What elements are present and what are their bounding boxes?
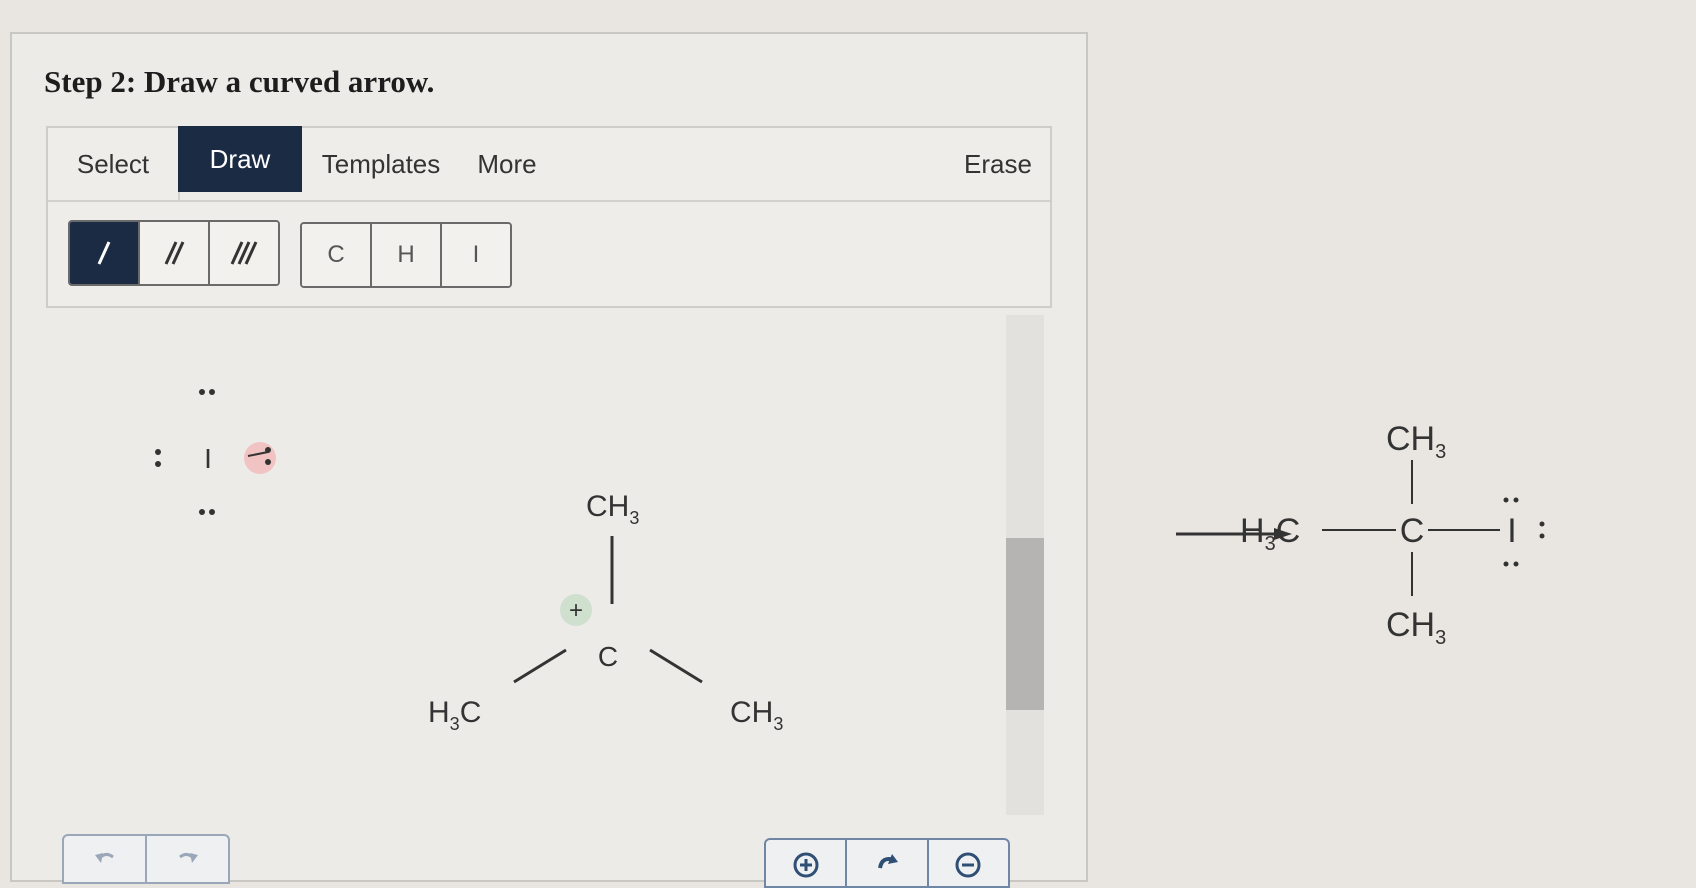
step-title: Step 2: Draw a curved arrow. <box>44 64 435 99</box>
zoom-in-button[interactable] <box>766 840 848 886</box>
double-bond-button[interactable] <box>140 222 210 284</box>
zoom-out-button[interactable] <box>929 840 1008 886</box>
left-methyl: H3C <box>428 696 481 734</box>
tab-more[interactable]: More <box>462 128 552 200</box>
lone-pair-highlight <box>244 442 276 474</box>
atom-button-h[interactable]: H <box>372 224 442 286</box>
lone-pair-dot <box>209 509 215 515</box>
central-carbon: C <box>598 641 618 672</box>
bond[interactable] <box>513 648 567 684</box>
iodide-ion[interactable]: I <box>155 389 276 515</box>
atom-button-c[interactable]: C <box>302 224 372 286</box>
top-methyl: CH3 <box>586 490 639 528</box>
triple-bond-icon <box>230 241 258 265</box>
undo-button[interactable] <box>64 836 147 882</box>
editor-toolbar: Select Draw Templates More Erase C H I <box>46 126 1052 308</box>
toolbar-tabs: Select Draw Templates More Erase <box>48 126 1050 202</box>
atom-tools: C H I <box>300 222 512 288</box>
product-structure: CH3 H3C C I CH3 <box>1240 420 1545 649</box>
redo-icon <box>178 852 198 863</box>
undo-icon <box>94 852 114 863</box>
iodide-symbol: I <box>204 443 212 474</box>
positive-charge: + <box>569 597 583 624</box>
lone-pair-dot <box>155 449 161 455</box>
canvas-scrollbar-thumb[interactable] <box>1006 538 1044 710</box>
bond[interactable] <box>649 648 703 684</box>
drawing-canvas[interactable]: I CH3 + C H3C CH3 <box>46 310 1006 830</box>
history-controls <box>62 834 230 884</box>
redo-button[interactable] <box>147 836 228 882</box>
product-bottom-methyl: CH3 <box>1386 606 1446 649</box>
right-methyl: CH3 <box>730 696 783 734</box>
lone-pair-dot <box>209 389 215 395</box>
tab-select[interactable]: Select <box>48 128 180 200</box>
product-top-methyl: CH3 <box>1386 420 1446 463</box>
triple-bond-button[interactable] <box>210 222 278 284</box>
lone-pair-dot <box>155 461 161 467</box>
lone-pair-dot <box>199 509 205 515</box>
lone-pair-dot <box>265 459 271 465</box>
product-central-carbon: C <box>1400 512 1425 550</box>
tab-draw[interactable]: Draw <box>178 126 302 192</box>
erase-button[interactable]: Erase <box>948 128 1048 200</box>
single-bond-icon <box>97 241 111 265</box>
single-bond-button[interactable] <box>70 222 140 284</box>
carbocation[interactable]: CH3 + C H3C CH3 <box>428 490 783 734</box>
product-left-methyl: H3C <box>1240 512 1300 555</box>
double-bond-icon <box>164 241 185 265</box>
lone-pair-dot <box>265 447 271 453</box>
bond-tools <box>68 220 280 286</box>
atom-button-i[interactable]: I <box>442 224 510 286</box>
view-controls <box>764 838 1010 888</box>
reset-view-button[interactable] <box>847 840 929 886</box>
lone-pair-dot <box>199 389 205 395</box>
product-iodine: I <box>1507 512 1516 550</box>
tab-templates[interactable]: Templates <box>306 128 456 200</box>
